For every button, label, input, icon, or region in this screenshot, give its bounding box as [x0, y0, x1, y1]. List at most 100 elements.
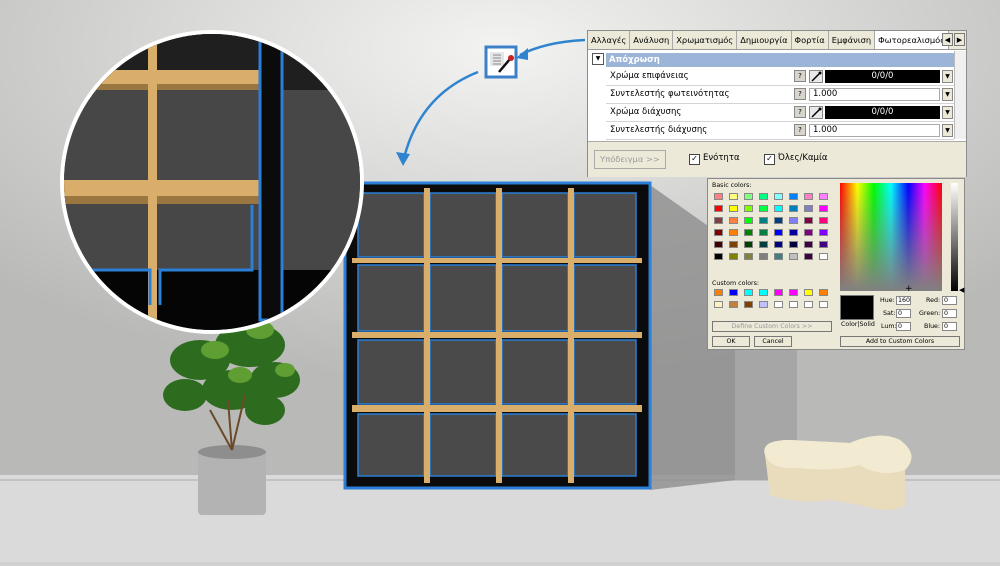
vertical-scrollbar[interactable] [954, 51, 966, 139]
color-swatch[interactable] [789, 205, 798, 212]
color-swatch[interactable] [729, 205, 738, 212]
sat-field[interactable]: 0 [896, 309, 911, 318]
color-swatch[interactable] [759, 229, 768, 236]
color-swatch[interactable] [729, 253, 738, 260]
color-swatch[interactable] [789, 253, 798, 260]
color-swatch[interactable] [804, 193, 813, 200]
luminance-slider[interactable] [951, 183, 958, 291]
blue-field[interactable]: 0 [942, 322, 957, 331]
color-swatch[interactable] [804, 229, 813, 236]
tab-coloring[interactable]: Χρωματισμός [673, 31, 738, 49]
tab-creation[interactable]: Δημιουργία [737, 31, 792, 49]
eyedropper-icon[interactable] [809, 70, 823, 83]
number-field[interactable]: 1.000 [809, 88, 940, 101]
color-swatch[interactable] [819, 241, 828, 248]
color-swatch[interactable] [729, 289, 738, 296]
color-value[interactable]: 0/0/0 [825, 70, 940, 83]
color-swatch[interactable] [774, 241, 783, 248]
ok-button[interactable]: OK [712, 336, 750, 347]
red-field[interactable]: 0 [942, 296, 957, 305]
color-swatch[interactable] [744, 217, 753, 224]
color-swatch[interactable] [759, 301, 768, 308]
color-swatch[interactable] [804, 301, 813, 308]
dropdown-arrow-icon[interactable]: ▼ [942, 70, 953, 83]
color-swatch[interactable] [729, 241, 738, 248]
color-swatch[interactable] [744, 205, 753, 212]
color-spectrum[interactable] [840, 183, 942, 291]
color-swatch[interactable] [789, 217, 798, 224]
color-swatch[interactable] [744, 241, 753, 248]
tab-photorealism[interactable]: Φωτορεαλισμός [875, 31, 950, 49]
color-swatch[interactable] [789, 193, 798, 200]
color-swatch[interactable] [744, 289, 753, 296]
color-swatch[interactable] [774, 193, 783, 200]
color-swatch[interactable] [774, 229, 783, 236]
color-swatch[interactable] [789, 301, 798, 308]
color-swatch[interactable] [759, 241, 768, 248]
color-value[interactable]: 0/0/0 [825, 106, 940, 119]
color-swatch[interactable] [759, 205, 768, 212]
green-field[interactable]: 0 [942, 309, 957, 318]
color-swatch[interactable] [804, 217, 813, 224]
color-swatch[interactable] [774, 205, 783, 212]
color-swatch[interactable] [789, 241, 798, 248]
dropdown-arrow-icon[interactable]: ▼ [942, 106, 953, 119]
dropdown-arrow-icon[interactable]: ▼ [942, 88, 953, 101]
color-swatch[interactable] [714, 301, 723, 308]
color-swatch[interactable] [729, 217, 738, 224]
color-swatch[interactable] [774, 217, 783, 224]
color-swatch[interactable] [744, 301, 753, 308]
color-swatch[interactable] [744, 253, 753, 260]
luminance-arrow-icon[interactable]: ◀ [959, 286, 964, 294]
help-button[interactable]: ? [794, 88, 806, 100]
color-swatch[interactable] [819, 289, 828, 296]
tab-changes[interactable]: Αλλαγές [588, 31, 631, 49]
color-swatch[interactable] [744, 193, 753, 200]
color-swatch[interactable] [714, 241, 723, 248]
color-swatch[interactable] [804, 205, 813, 212]
color-swatch[interactable] [819, 193, 828, 200]
color-swatch[interactable] [804, 241, 813, 248]
color-swatch[interactable] [789, 229, 798, 236]
color-swatch[interactable] [819, 217, 828, 224]
tab-scroll-right-icon[interactable]: ▶ [954, 33, 965, 46]
unity-checkbox[interactable]: ✓ [689, 154, 700, 165]
define-custom-colors-button[interactable]: Define Custom Colors >> [712, 321, 832, 332]
color-swatch[interactable] [714, 205, 723, 212]
color-swatch[interactable] [759, 217, 768, 224]
example-button[interactable]: Υπόδειγμα >> [594, 150, 666, 169]
color-swatch[interactable] [819, 253, 828, 260]
color-swatch[interactable] [714, 289, 723, 296]
help-button[interactable]: ? [794, 70, 806, 82]
cancel-button[interactable]: Cancel [754, 336, 792, 347]
tab-scroll-left-icon[interactable]: ◀ [942, 33, 953, 46]
color-swatch[interactable] [759, 193, 768, 200]
all-none-checkbox[interactable]: ✓ [764, 154, 775, 165]
color-swatch[interactable] [759, 289, 768, 296]
color-swatch[interactable] [774, 289, 783, 296]
tab-loads[interactable]: Φορτία [792, 31, 829, 49]
number-field[interactable]: 1.000 [809, 124, 940, 137]
hue-field[interactable]: 160 [896, 296, 911, 305]
tab-analysis[interactable]: Ανάλυση [630, 31, 674, 49]
color-swatch[interactable] [729, 193, 738, 200]
color-swatch[interactable] [804, 253, 813, 260]
eyedropper-icon[interactable] [809, 106, 823, 119]
lum-field[interactable]: 0 [896, 322, 911, 331]
add-to-custom-colors-button[interactable]: Add to Custom Colors [840, 336, 960, 347]
color-swatch[interactable] [714, 253, 723, 260]
color-swatch[interactable] [744, 229, 753, 236]
help-button[interactable]: ? [794, 124, 806, 136]
color-swatch[interactable] [714, 229, 723, 236]
dropdown-arrow-icon[interactable]: ▼ [942, 124, 953, 137]
color-swatch[interactable] [729, 229, 738, 236]
color-swatch[interactable] [819, 229, 828, 236]
tab-appearance[interactable]: Εμφάνιση [829, 31, 876, 49]
section-collapse-icon[interactable]: ▼ [592, 53, 604, 65]
color-swatch[interactable] [729, 301, 738, 308]
color-swatch[interactable] [774, 253, 783, 260]
color-swatch[interactable] [804, 289, 813, 296]
color-swatch[interactable] [819, 301, 828, 308]
help-button[interactable]: ? [794, 106, 806, 118]
color-swatch[interactable] [759, 253, 768, 260]
